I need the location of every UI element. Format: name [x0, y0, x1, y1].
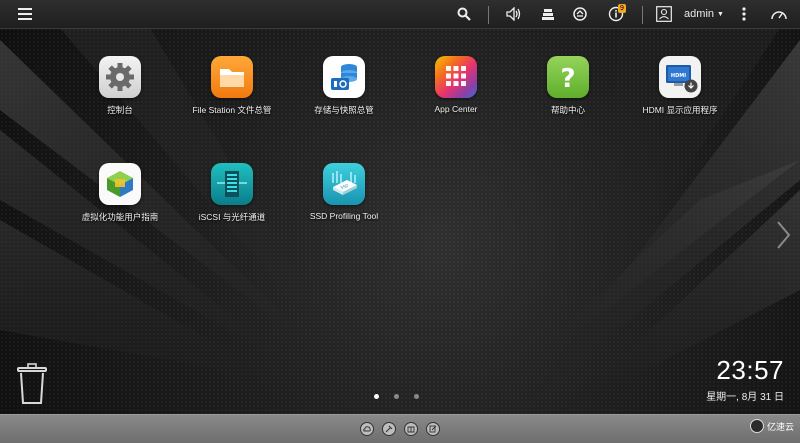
app-label: 帮助中心 — [550, 105, 585, 115]
app-label: iSCSI 与光纤通道 — [198, 212, 266, 222]
app-file-station[interactable]: File Station 文件总管 — [172, 56, 292, 116]
feedback-edit-icon[interactable] — [426, 422, 440, 436]
app-label: App Center — [434, 104, 478, 114]
search-icon[interactable] — [454, 3, 474, 25]
app-label: 存储与快照总管 — [314, 105, 374, 115]
iscsi-fibre-channel-icon[interactable] — [211, 163, 253, 205]
svg-text:?: ? — [560, 64, 575, 94]
app-app-center[interactable]: App Center — [396, 56, 516, 114]
app-control-panel[interactable]: 控制台 — [60, 56, 180, 116]
app-label: SSD Profiling Tool — [309, 211, 379, 221]
tools-icon[interactable] — [382, 422, 396, 436]
page-dot[interactable] — [394, 394, 399, 399]
app-hdmi-display[interactable]: HDMI HDMI 显示应用程序 — [620, 56, 740, 116]
cloud-icon[interactable] — [360, 422, 374, 436]
app-label: HDMI 显示应用程序 — [642, 105, 718, 115]
file-station-icon[interactable] — [211, 56, 253, 98]
more-options-icon[interactable] — [736, 3, 752, 25]
main-menu-icon[interactable] — [14, 3, 36, 25]
app-help-center[interactable]: ? 帮助中心 — [508, 56, 628, 116]
watermark-logo-icon — [749, 419, 764, 433]
app-ssd-profiling-tool[interactable]: SSD SSD Profiling Tool — [284, 163, 404, 221]
app-label: 虚拟化功能用户指南 — [81, 212, 159, 222]
watermark: 亿速云 — [749, 419, 794, 433]
page-indicator — [374, 394, 419, 399]
page-dot[interactable] — [414, 394, 419, 399]
clock-date: 星期一, 8月 31 日 — [706, 392, 784, 403]
username-label: admin — [684, 8, 715, 20]
app-virtualization-guide[interactable]: 虚拟化功能用户指南 — [60, 163, 180, 223]
virtualization-guide-icon[interactable] — [99, 163, 141, 205]
sync-icon[interactable] — [570, 3, 590, 25]
trash-icon[interactable] — [14, 362, 50, 406]
bottom-dock: 亿速云 — [0, 414, 800, 443]
user-avatar-icon[interactable] — [654, 3, 674, 25]
hdmi-display-icon[interactable]: HDMI — [659, 56, 701, 98]
app-storage-snapshots[interactable]: 存储与快照总管 — [284, 56, 404, 116]
clock-time: 23:57 — [716, 355, 784, 385]
app-iscsi-fibre-channel[interactable]: iSCSI 与光纤通道 — [172, 163, 292, 223]
next-page-arrow-icon[interactable] — [772, 218, 794, 252]
watermark-text: 亿速云 — [766, 421, 794, 432]
help-center-icon[interactable]: ? — [547, 56, 589, 98]
storage-snapshots-icon[interactable] — [323, 56, 365, 98]
top-bar: 9 admin ▼ — [0, 0, 800, 29]
control-panel-icon[interactable] — [99, 56, 141, 98]
user-menu[interactable]: admin ▼ — [684, 3, 724, 25]
clock-widget: 23:57 星期一, 8月 31 日 — [706, 355, 784, 403]
volume-icon[interactable] — [504, 3, 524, 25]
app-center-icon[interactable] — [435, 56, 477, 98]
guide-book-icon[interactable] — [404, 422, 418, 436]
dashboard-gauge-icon[interactable] — [768, 3, 790, 25]
ssd-profiling-icon[interactable]: SSD — [323, 163, 365, 205]
app-label: 控制台 — [107, 105, 133, 115]
page-dot-active[interactable] — [374, 394, 379, 399]
notification-icon[interactable]: 9 — [604, 3, 628, 25]
toolbar-divider — [642, 6, 643, 24]
background-tasks-icon[interactable] — [538, 3, 558, 25]
notification-badge: 9 — [618, 4, 626, 13]
app-label: File Station 文件总管 — [192, 105, 272, 115]
svg-text:HDMI: HDMI — [671, 73, 686, 79]
toolbar-divider — [488, 6, 489, 24]
chevron-down-icon: ▼ — [717, 10, 724, 18]
